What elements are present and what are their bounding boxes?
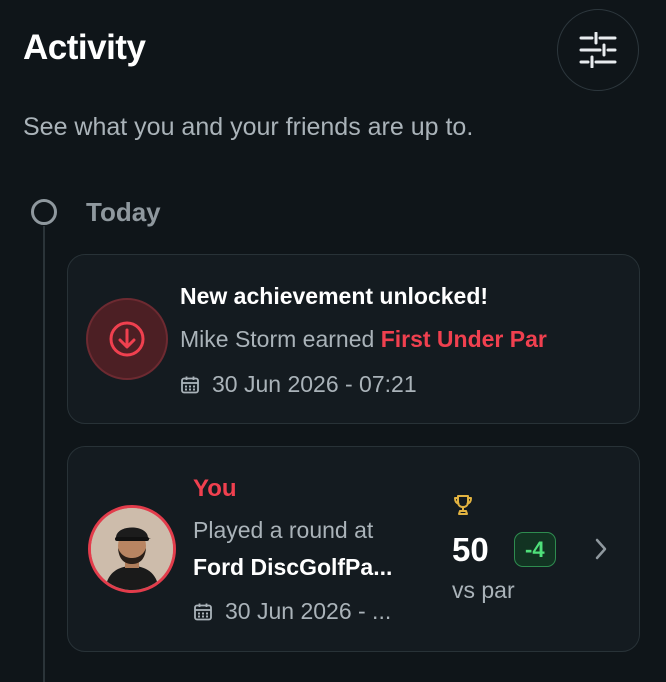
achievement-name: First Under Par <box>380 326 547 352</box>
timeline-group-label: Today <box>86 197 161 227</box>
calendar-icon <box>193 602 213 622</box>
round-score: 50 <box>452 531 489 568</box>
round-action: Played a round at <box>193 517 374 543</box>
round-card[interactable]: You Played a round at Ford DiscGolfPa...… <box>67 446 640 652</box>
achievement-card[interactable]: New achievement unlocked! Mike Storm ear… <box>67 254 640 424</box>
calendar-icon <box>180 375 200 395</box>
avatar <box>88 505 176 593</box>
activity-page: Activity See what you and your friends a… <box>0 0 666 682</box>
page-title: Activity <box>23 28 146 67</box>
filter-button[interactable] <box>557 9 639 91</box>
page-subtitle: See what you and your friends are up to. <box>23 113 474 141</box>
timeline-line <box>43 226 45 682</box>
chevron-right-icon[interactable] <box>594 537 608 561</box>
trophy-icon <box>451 493 475 517</box>
round-date-row: 30 Jun 2026 - ... <box>193 598 433 625</box>
achievement-date-row: 30 Jun 2026 - 07:21 <box>180 371 417 398</box>
sliders-icon <box>578 32 618 68</box>
arrow-down-circle-icon <box>107 319 147 359</box>
achievement-player: Mike Storm earned <box>180 326 375 352</box>
par-diff-badge: -4 <box>514 532 556 567</box>
achievement-description: Mike Storm earned First Under Par <box>180 326 547 353</box>
achievement-icon-badge <box>86 298 168 380</box>
timeline-dot <box>31 199 57 225</box>
round-course-name: Ford DiscGolfPa... <box>193 554 393 580</box>
score-label: vs par <box>452 577 515 603</box>
round-date: 30 Jun 2026 - ... <box>225 598 392 624</box>
achievement-date: 30 Jun 2026 - 07:21 <box>212 371 417 397</box>
achievement-title: New achievement unlocked! <box>180 283 489 309</box>
round-actor: You <box>193 475 237 502</box>
